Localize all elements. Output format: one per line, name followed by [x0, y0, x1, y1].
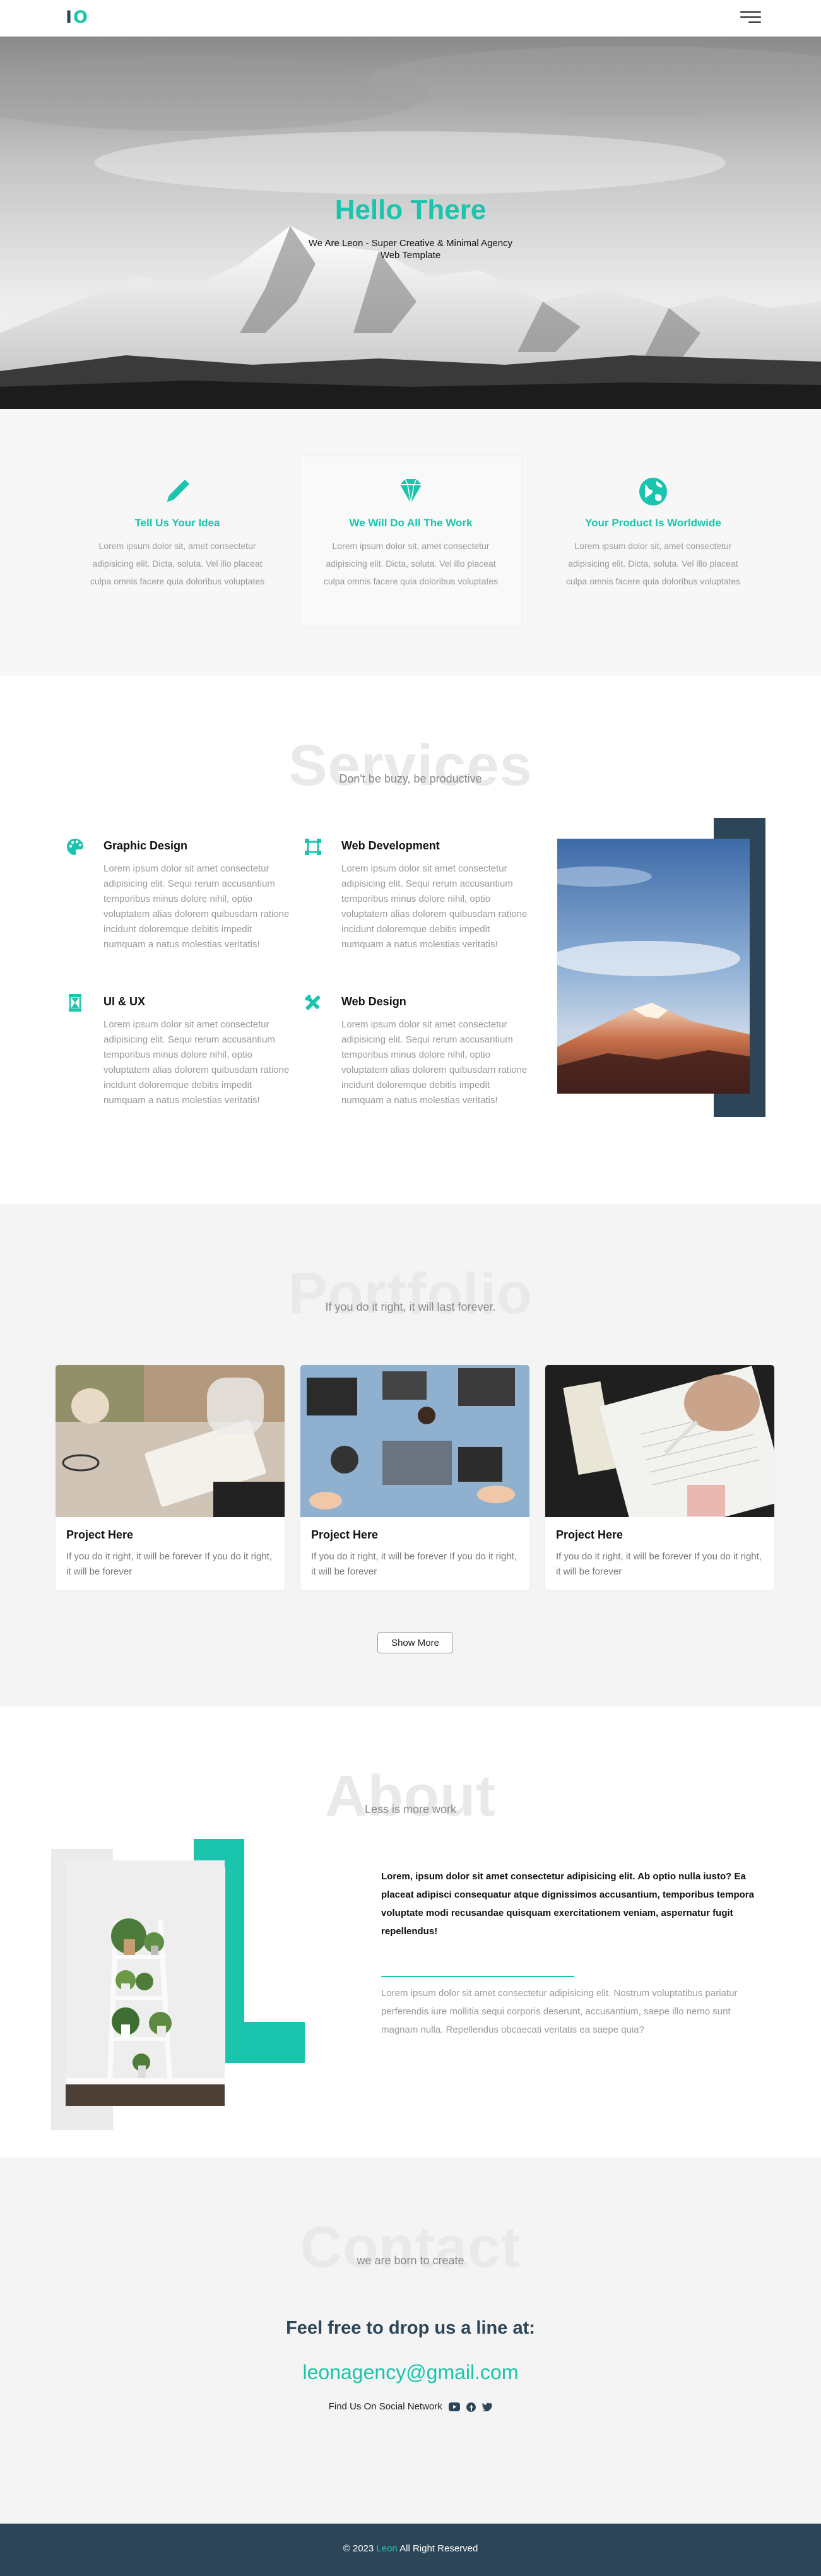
footer-prefix: © 2023: [343, 2543, 374, 2554]
contact-subtitle: we are born to create: [357, 2254, 464, 2267]
globe-icon: [639, 478, 667, 505]
portfolio-bg-title: Portfolio: [288, 1261, 533, 1326]
service-text: Lorem ipsum dolor sit amet consectetur a…: [103, 863, 290, 950]
services-section: Services Don't be buzy, be productive Gr…: [0, 676, 821, 1204]
features-section: Tell Us Your Idea Lorem ipsum dolor sit,…: [0, 409, 821, 676]
feature-text: Lorem ipsum dolor sit, amet consectetur …: [90, 541, 265, 586]
about-divider: [381, 1976, 574, 1977]
feature-text: Lorem ipsum dolor sit, amet consectetur …: [565, 541, 741, 586]
twitter-icon[interactable]: [482, 2402, 493, 2412]
logo-letter-i: I: [66, 8, 74, 27]
show-more-button[interactable]: Show More: [377, 1632, 453, 1653]
hourglass-icon: [69, 994, 81, 1012]
feature-card: We Will Do All The Work Lorem ipsum dolo…: [300, 456, 521, 627]
services-subtitle: Don't be buzy, be productive: [339, 772, 482, 785]
footer-copyright: © 2023 Leon All Right Reserved: [0, 2543, 821, 2554]
logo[interactable]: IO: [66, 8, 89, 27]
project-text: If you do it right, it will be forever I…: [66, 1551, 272, 1577]
crop-icon: [305, 839, 321, 855]
project-text: If you do it right, it will be forever I…: [556, 1551, 762, 1577]
project-title: Project Here: [311, 1528, 379, 1541]
contact-email-link[interactable]: leonagency@gmail.com: [0, 2361, 821, 2384]
hamburger-icon: [740, 11, 761, 13]
feature-card: Tell Us Your Idea Lorem ipsum dolor sit,…: [67, 456, 288, 627]
project-card[interactable]: Project Here If you do it right, it will…: [300, 1365, 529, 1590]
portfolio-subtitle: If you do it right, it will last forever…: [325, 1301, 496, 1313]
contact-heading: Feel free to drop us a line at:: [286, 2318, 535, 2338]
about-lead-text: Lorem, ipsum dolor sit amet consectetur …: [381, 1871, 754, 1937]
feature-card: Your Product Is Worldwide Lorem ipsum do…: [543, 456, 764, 627]
contact-bg-title: Contact: [300, 2215, 521, 2279]
pencil-icon: [167, 480, 189, 502]
hamburger-icon: [740, 16, 761, 18]
about-plants-image: [66, 1860, 225, 2106]
services-mountain-image: [557, 839, 750, 1094]
about-bg-title: About: [325, 1764, 496, 1828]
facebook-icon[interactable]: [466, 2402, 476, 2412]
service-title: Graphic Design: [103, 839, 188, 852]
logo-letter-o: O: [73, 8, 89, 27]
navbar: IO: [0, 0, 821, 37]
footer: © 2023 Leon All Right Reserved: [0, 2524, 821, 2576]
feature-title: We Will Do All The Work: [349, 517, 473, 529]
feature-text: Lorem ipsum dolor sit, amet consectetur …: [323, 541, 499, 586]
service-title: Web Development: [341, 839, 440, 852]
services-bg-title: Services: [288, 733, 533, 798]
contact-section: Contact we are born to create Feel free …: [0, 2158, 821, 2524]
diamond-icon: [400, 478, 422, 504]
tools-icon: [304, 994, 321, 1010]
hero-section: Hello There We Are Leon - Super Creative…: [0, 37, 821, 409]
youtube-icon[interactable]: [448, 2402, 460, 2412]
service-text: Lorem ipsum dolor sit amet consectetur a…: [341, 1019, 528, 1106]
about-body-text: Lorem ipsum dolor sit amet consectetur a…: [381, 1988, 738, 2035]
service-text: Lorem ipsum dolor sit amet consectetur a…: [103, 1019, 290, 1106]
feature-title: Your Product Is Worldwide: [585, 517, 721, 529]
service-text: Lorem ipsum dolor sit amet consectetur a…: [341, 863, 528, 950]
project-text: If you do it right, it will be forever I…: [311, 1551, 517, 1577]
social-row: Find Us On Social Network: [0, 2401, 821, 2412]
menu-toggle-button[interactable]: [740, 11, 761, 23]
social-label: Find Us On Social Network: [328, 2401, 442, 2412]
service-title: UI & UX: [103, 995, 146, 1008]
project-image-notebook: [56, 1365, 285, 1517]
hero-subtitle: We Are Leon - Super Creative & Minimal A…: [308, 238, 513, 261]
footer-brand[interactable]: Leon: [376, 2543, 397, 2554]
portfolio-section: Portfolio If you do it right, it will la…: [0, 1204, 821, 1706]
project-card[interactable]: Project Here If you do it right, it will…: [545, 1365, 774, 1590]
project-card[interactable]: Project Here If you do it right, it will…: [56, 1365, 285, 1590]
project-title: Project Here: [556, 1528, 623, 1541]
footer-suffix: All Right Reserved: [399, 2543, 478, 2554]
feature-title: Tell Us Your Idea: [134, 517, 220, 529]
service-title: Web Design: [341, 995, 406, 1008]
project-title: Project Here: [66, 1528, 134, 1541]
about-section: About Less is more work Lorem, ipsum dol…: [0, 1706, 821, 2158]
project-image-paper: [545, 1365, 774, 1517]
palette-icon: [67, 839, 83, 855]
project-image-desk: [300, 1365, 529, 1517]
hero-title: Hello There: [334, 194, 487, 225]
hamburger-icon: [748, 21, 761, 23]
about-subtitle: Less is more work: [364, 1803, 457, 1816]
